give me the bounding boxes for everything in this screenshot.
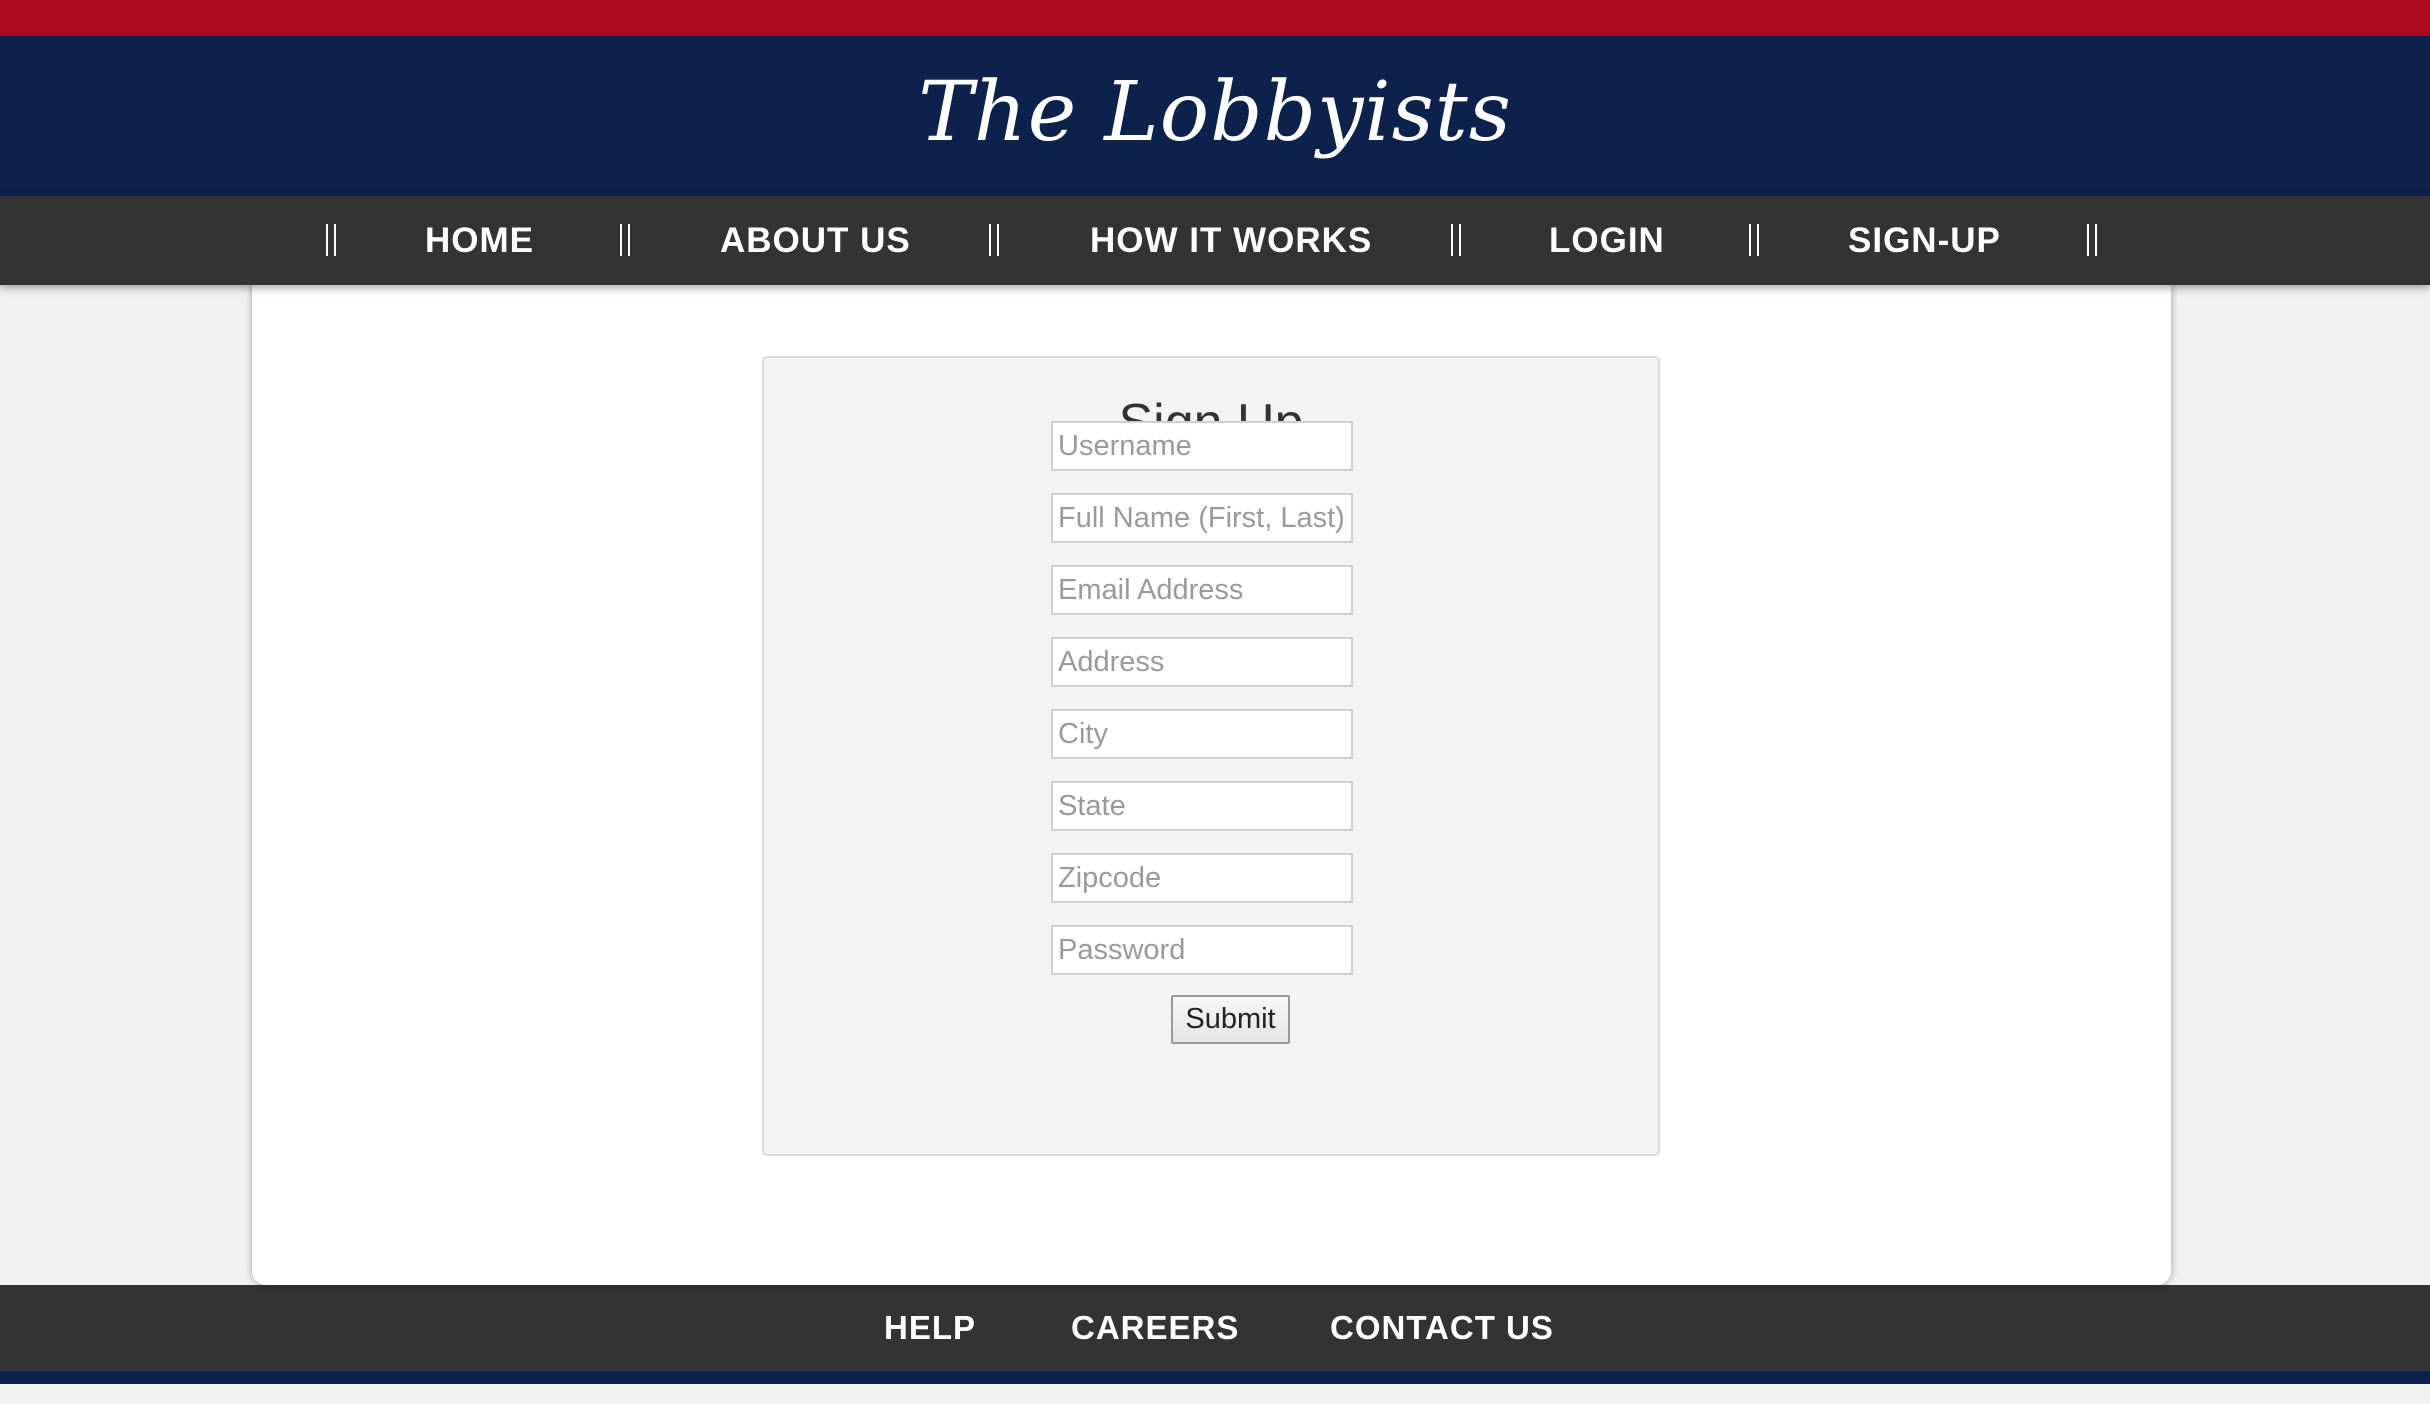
nav-separator (2087, 224, 2097, 256)
nav-separator (1451, 224, 1461, 256)
nav-separator (326, 224, 336, 256)
nav-item-login[interactable]: LOGIN (1549, 196, 1665, 285)
main-content-panel: Sign Up Submit (252, 285, 2171, 1285)
nav-item-sign-up[interactable]: SIGN-UP (1848, 196, 2001, 285)
footer-link-help[interactable]: HELP (884, 1285, 976, 1371)
full-name-input[interactable] (1051, 493, 1353, 543)
site-footer: HELP CAREERS CONTACT US (0, 1285, 2430, 1371)
password-input[interactable] (1051, 925, 1353, 975)
top-red-stripe (0, 0, 2430, 36)
username-input[interactable] (1051, 421, 1353, 471)
email-input[interactable] (1051, 565, 1353, 615)
footer-link-contact-us[interactable]: CONTACT US (1330, 1285, 1554, 1371)
zipcode-input[interactable] (1051, 853, 1353, 903)
nav-separator (620, 224, 630, 256)
address-input[interactable] (1051, 637, 1353, 687)
nav-item-how-it-works[interactable]: HOW IT WORKS (1090, 196, 1372, 285)
submit-button[interactable]: Submit (1171, 995, 1290, 1044)
nav-separator (1749, 224, 1759, 256)
city-input[interactable] (1051, 709, 1353, 759)
main-nav: HOME ABOUT US HOW IT WORKS LOGIN SIGN-UP (0, 196, 2430, 285)
nav-item-about-us[interactable]: ABOUT US (720, 196, 911, 285)
nav-separator (989, 224, 999, 256)
nav-item-home[interactable]: HOME (425, 196, 534, 285)
bottom-blue-stripe (0, 1371, 2430, 1384)
site-logo-title[interactable]: The Lobbyists (0, 58, 2430, 168)
footer-link-careers[interactable]: CAREERS (1071, 1285, 1239, 1371)
signup-form: Sign Up Submit (762, 356, 1660, 1156)
state-input[interactable] (1051, 781, 1353, 831)
